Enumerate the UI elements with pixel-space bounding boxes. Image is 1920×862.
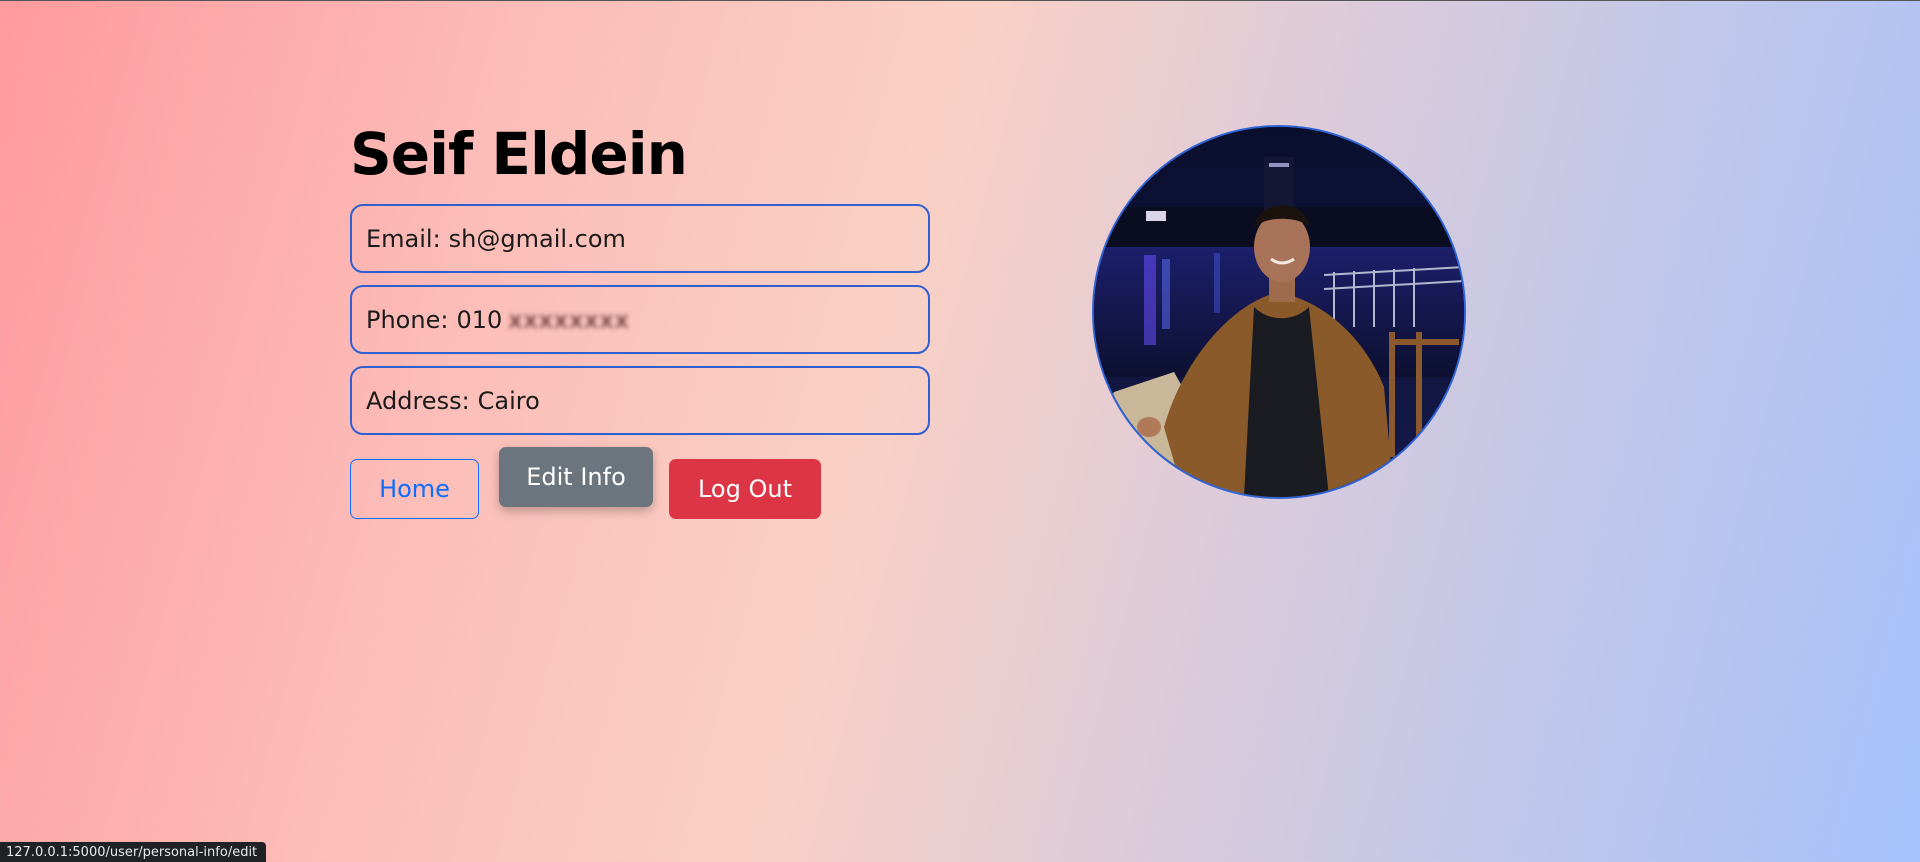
top-divider	[0, 0, 1920, 1]
email-field: Email: sh@gmail.com	[350, 204, 930, 273]
browser-status-url: 127.0.0.1:5000/user/personal-info/edit	[0, 842, 267, 862]
address-value: Cairo	[477, 386, 540, 415]
address-label: Address:	[366, 386, 470, 415]
home-button[interactable]: Home	[350, 459, 479, 519]
phone-label: Phone:	[366, 305, 449, 334]
action-buttons: Home Edit Info Log Out	[350, 447, 930, 519]
address-field: Address: Cairo	[350, 366, 930, 435]
phone-redacted-digits: xxxxxxxx	[508, 305, 630, 334]
avatar-photo	[1094, 127, 1464, 497]
phone-value: 010	[456, 305, 503, 334]
profile-info: Seif Eldein Email: sh@gmail.com Phone: 0…	[350, 118, 930, 519]
page-title: Seif Eldein	[350, 120, 688, 188]
email-label: Email:	[366, 224, 441, 253]
profile-avatar	[1092, 125, 1466, 499]
email-value: sh@gmail.com	[448, 224, 626, 253]
logout-button[interactable]: Log Out	[669, 459, 821, 519]
edit-info-button[interactable]: Edit Info	[499, 447, 653, 507]
phone-field: Phone: 010 xxxxxxxx	[350, 285, 930, 354]
